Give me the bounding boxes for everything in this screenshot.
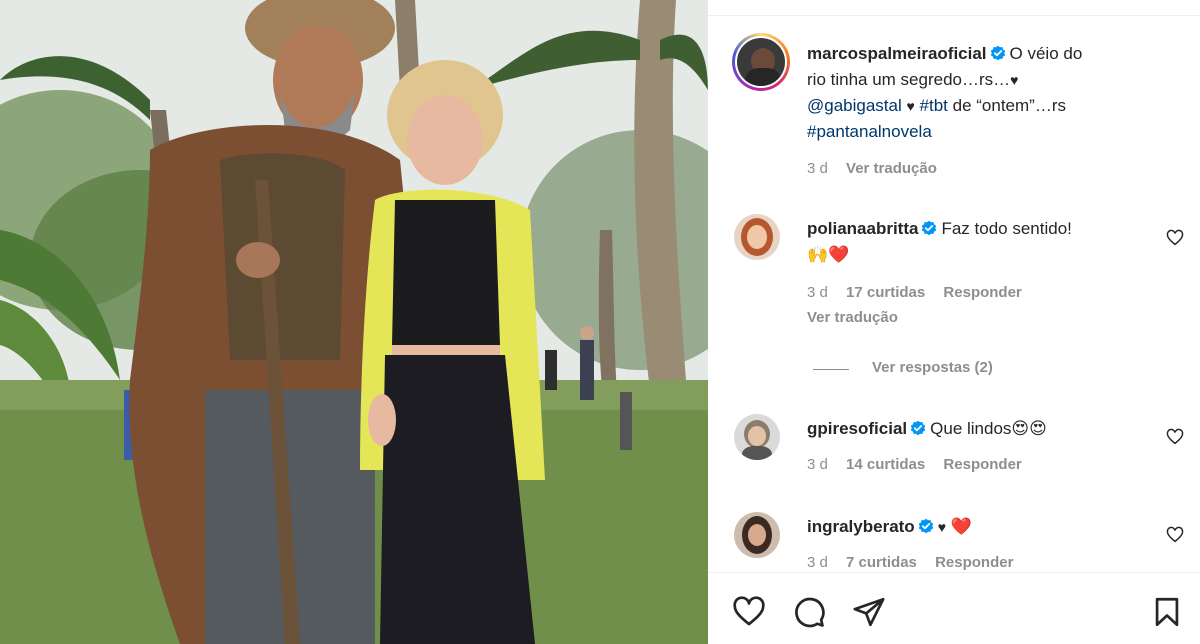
comment-1-translate-label[interactable]: Ver tradução (807, 309, 898, 326)
comment-3-body: ingralyberato ♥ ❤️ (807, 514, 1137, 540)
caption-line2: rio tinha um segredo…rs… (807, 70, 1011, 89)
bookmark-icon[interactable] (1150, 595, 1184, 629)
comment-1-likes[interactable]: 17 curtidas (846, 284, 925, 301)
commenter-avatar[interactable] (734, 414, 780, 460)
verified-badge-icon (990, 45, 1005, 61)
caption-hashtag-pantanal[interactable]: #pantanalnovela (807, 122, 932, 141)
comment-3-emoji: ❤️ (950, 517, 972, 536)
comment-1-username[interactable]: polianaabritta (807, 219, 918, 238)
caption-heart: ♥ (1010, 72, 1019, 88)
comment-2-likes[interactable]: 14 curtidas (846, 456, 925, 473)
verified-badge-icon (922, 220, 937, 236)
comment-2-emoji: 😍😍 (1011, 419, 1047, 438)
action-bar (708, 572, 1200, 644)
caption-mention[interactable]: @gabigastal (807, 96, 902, 115)
author-username[interactable]: marcospalmeiraoficial (807, 44, 987, 63)
comment-1-body: polianaabritta Faz todo sentido! 🙌❤️ (807, 216, 1137, 268)
caption-hashtag-tbt[interactable]: #tbt (920, 96, 948, 115)
post-photo[interactable] (0, 0, 708, 644)
comment-icon[interactable] (792, 595, 826, 629)
view-replies-label[interactable]: Ver respostas (2) (872, 359, 993, 376)
comment-3-age: 3 d (807, 554, 828, 571)
comment-2-age: 3 d (807, 456, 828, 473)
comment-1-emoji: 🙌❤️ (807, 245, 850, 264)
commenter-avatar[interactable] (734, 214, 780, 260)
post-caption: marcospalmeiraoficial O véio do rio tinha… (807, 41, 1147, 145)
comment-1-meta: 3 d 17 curtidas Responder (807, 284, 1022, 301)
top-divider (708, 0, 1200, 16)
share-icon[interactable] (852, 595, 886, 629)
post-photo-art (0, 0, 708, 644)
view-replies-button[interactable]: Ver respostas (2) (872, 359, 993, 376)
comment-3-reply[interactable]: Responder (935, 554, 1013, 571)
comment-1-text: Faz todo sentido! (941, 219, 1072, 238)
comment-3-meta: 3 d 7 curtidas Responder (807, 554, 1013, 571)
comments-panel: marcospalmeiraoficial O véio do rio tinha… (708, 0, 1200, 644)
caption-heart-2: ♥ (906, 98, 915, 114)
comment-2-text: Que lindos (930, 419, 1012, 438)
comment-3-text: ♥ (937, 519, 947, 535)
verified-badge-icon (910, 420, 926, 436)
comment-2-meta: 3 d 14 curtidas Responder (807, 456, 1022, 473)
author-avatar[interactable] (732, 33, 790, 91)
comment-2-username[interactable]: gpiresoficial (807, 419, 907, 438)
comment-2-body: gpiresoficial Que lindos😍😍 (807, 416, 1137, 442)
comment-3-username[interactable]: ingralyberato (807, 517, 915, 536)
replies-divider (813, 369, 849, 370)
caption-age: 3 d (807, 160, 828, 177)
comment-1-translate[interactable]: Ver tradução (807, 309, 898, 326)
caption-meta: 3 d Ver tradução (807, 160, 937, 177)
heart-icon[interactable] (732, 595, 766, 629)
caption-text-after: de “ontem”…rs (947, 96, 1066, 115)
verified-badge-icon (918, 518, 933, 534)
comment-2-reply[interactable]: Responder (943, 456, 1021, 473)
comment-1-reply[interactable]: Responder (943, 284, 1021, 301)
caption-line1: O véio do (1009, 44, 1083, 63)
heart-outline-icon[interactable] (1166, 526, 1184, 544)
comment-1-age: 3 d (807, 284, 828, 301)
comment-3-likes[interactable]: 7 curtidas (846, 554, 917, 571)
comment-3: ingralyberato ♥ ❤️ 3 d 7 curtidas Respond… (708, 500, 1200, 572)
heart-outline-icon[interactable] (1166, 428, 1184, 446)
commenter-avatar[interactable] (734, 512, 780, 558)
caption-translate-link[interactable]: Ver tradução (846, 160, 937, 177)
heart-outline-icon[interactable] (1166, 229, 1184, 247)
